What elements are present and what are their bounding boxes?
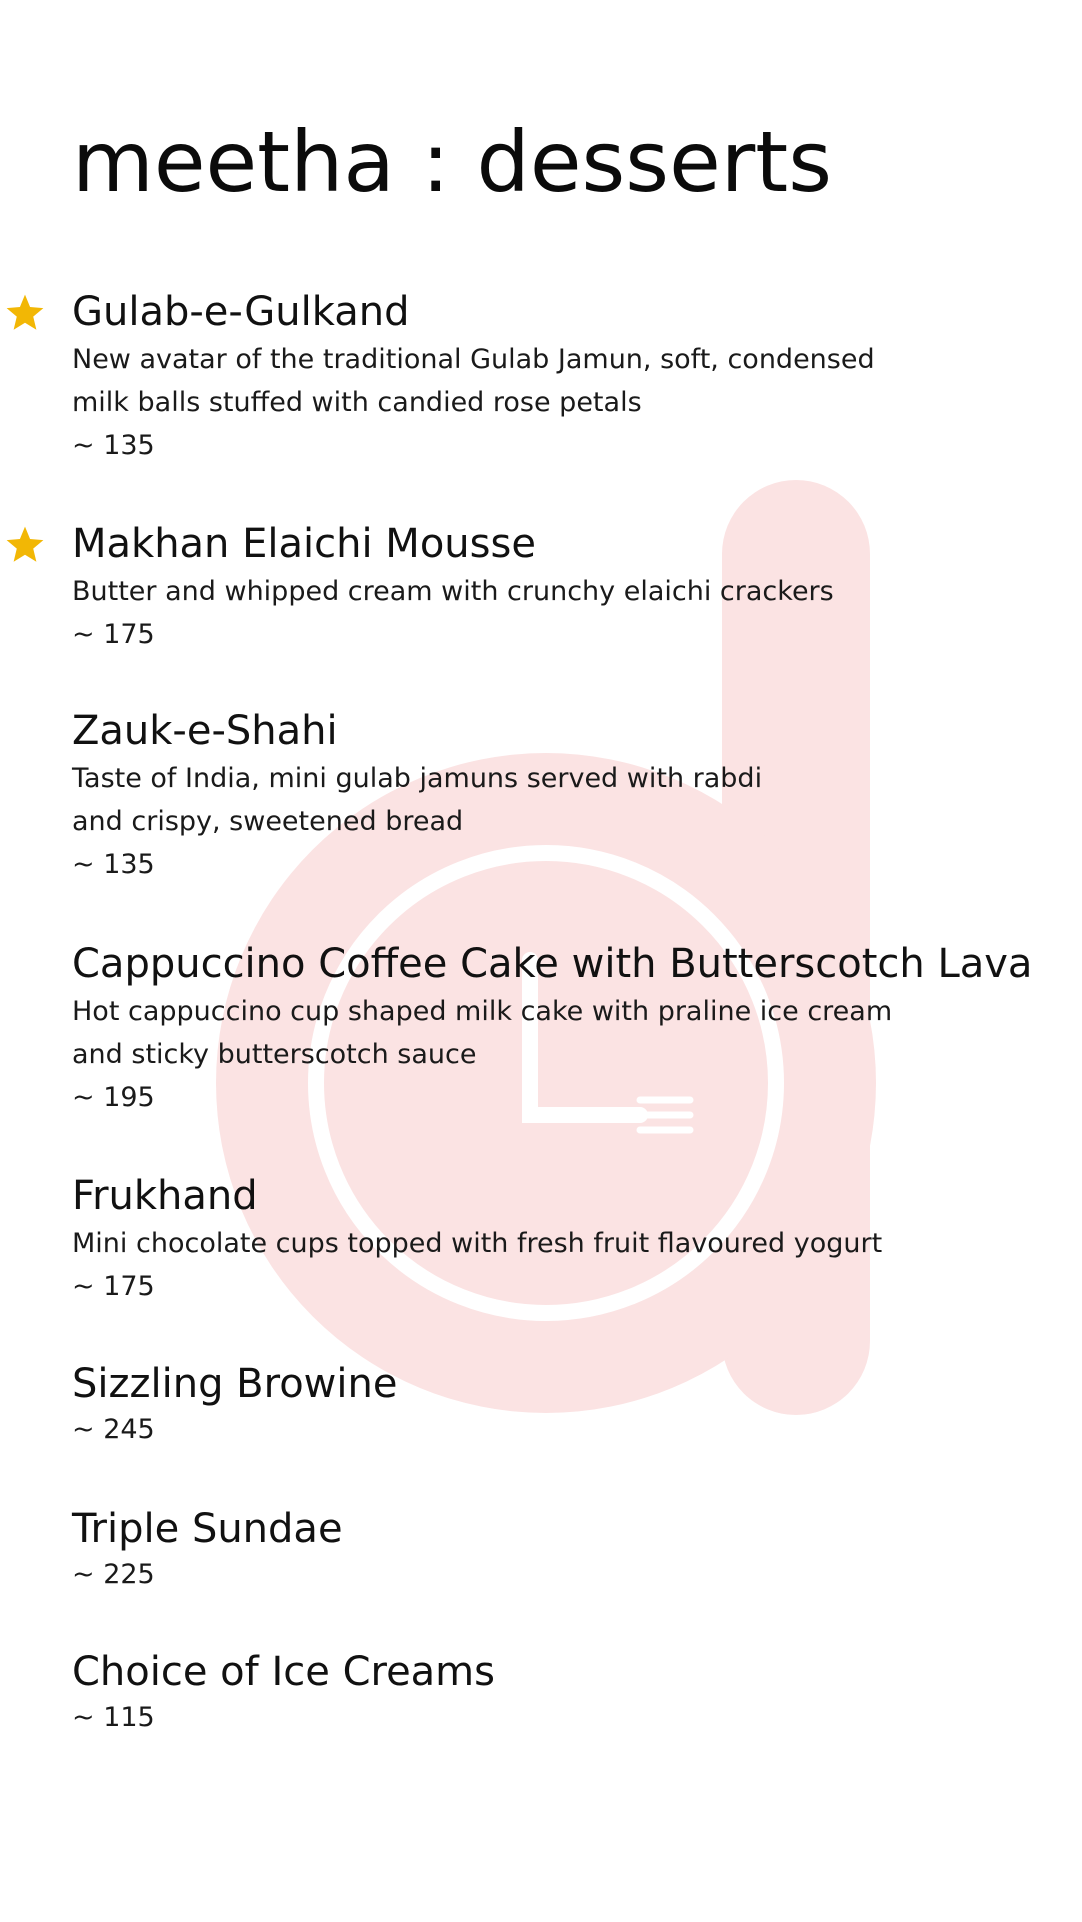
item-description: Mini chocolate cups topped with fresh fr… <box>72 1222 1002 1265</box>
star-icon <box>6 526 44 562</box>
item-price: ~ 115 <box>72 1702 155 1733</box>
item-description: New avatar of the traditional Gulab Jamu… <box>72 338 1002 424</box>
item-description-line: and sticky butterscotch sauce <box>72 1039 477 1070</box>
item-name: Cappuccino Coffee Cake with Butterscotch… <box>72 941 1033 987</box>
item-description: Taste of India, mini gulab jamuns served… <box>72 757 1002 843</box>
item-price: ~ 135 <box>72 430 155 461</box>
item-description-line: and crispy, sweetened bread <box>72 806 464 837</box>
item-name: Sizzling Browine <box>72 1361 398 1407</box>
item-description-line: Butter and whipped cream with crunchy el… <box>72 576 834 607</box>
item-name: Triple Sundae <box>72 1506 343 1552</box>
menu-item: Choice of Ice Creams ~ 115 <box>72 1648 1072 1739</box>
page-title: meetha : desserts <box>72 113 832 211</box>
item-name: Zauk-e-Shahi <box>72 708 338 754</box>
star-icon <box>6 294 44 330</box>
menu-item: Gulab-e-Gulkand New avatar of the tradit… <box>72 288 1072 467</box>
item-price: ~ 225 <box>72 1559 155 1590</box>
menu-item: Zauk-e-Shahi Taste of India, mini gulab … <box>72 707 1072 886</box>
menu-item: Triple Sundae ~ 225 <box>72 1505 1072 1596</box>
item-name: Gulab-e-Gulkand <box>72 289 410 335</box>
item-description-line: Mini chocolate cups topped with fresh fr… <box>72 1228 883 1259</box>
item-description-line: milk balls stuffed with candied rose pet… <box>72 387 642 418</box>
item-description: Butter and whipped cream with crunchy el… <box>72 570 1002 613</box>
item-description: Hot cappuccino cup shaped milk cake with… <box>72 990 1002 1076</box>
item-price: ~ 175 <box>72 619 155 650</box>
item-description-line: New avatar of the traditional Gulab Jamu… <box>72 344 875 375</box>
item-price: ~ 245 <box>72 1414 155 1445</box>
item-name: Makhan Elaichi Mousse <box>72 521 536 567</box>
menu-item: Makhan Elaichi Mousse Butter and whipped… <box>72 520 1072 656</box>
item-name: Choice of Ice Creams <box>72 1649 495 1695</box>
item-price: ~ 175 <box>72 1271 155 1302</box>
menu-item: Sizzling Browine ~ 245 <box>72 1360 1072 1451</box>
item-price: ~ 135 <box>72 849 155 880</box>
menu-item: Frukhand Mini chocolate cups topped with… <box>72 1172 1072 1308</box>
menu-item: Cappuccino Coffee Cake with Butterscotch… <box>72 940 1072 1119</box>
item-description-line: Hot cappuccino cup shaped milk cake with… <box>72 996 893 1027</box>
item-description-line: Taste of India, mini gulab jamuns served… <box>72 763 763 794</box>
item-name: Frukhand <box>72 1173 258 1219</box>
item-price: ~ 195 <box>72 1082 155 1113</box>
